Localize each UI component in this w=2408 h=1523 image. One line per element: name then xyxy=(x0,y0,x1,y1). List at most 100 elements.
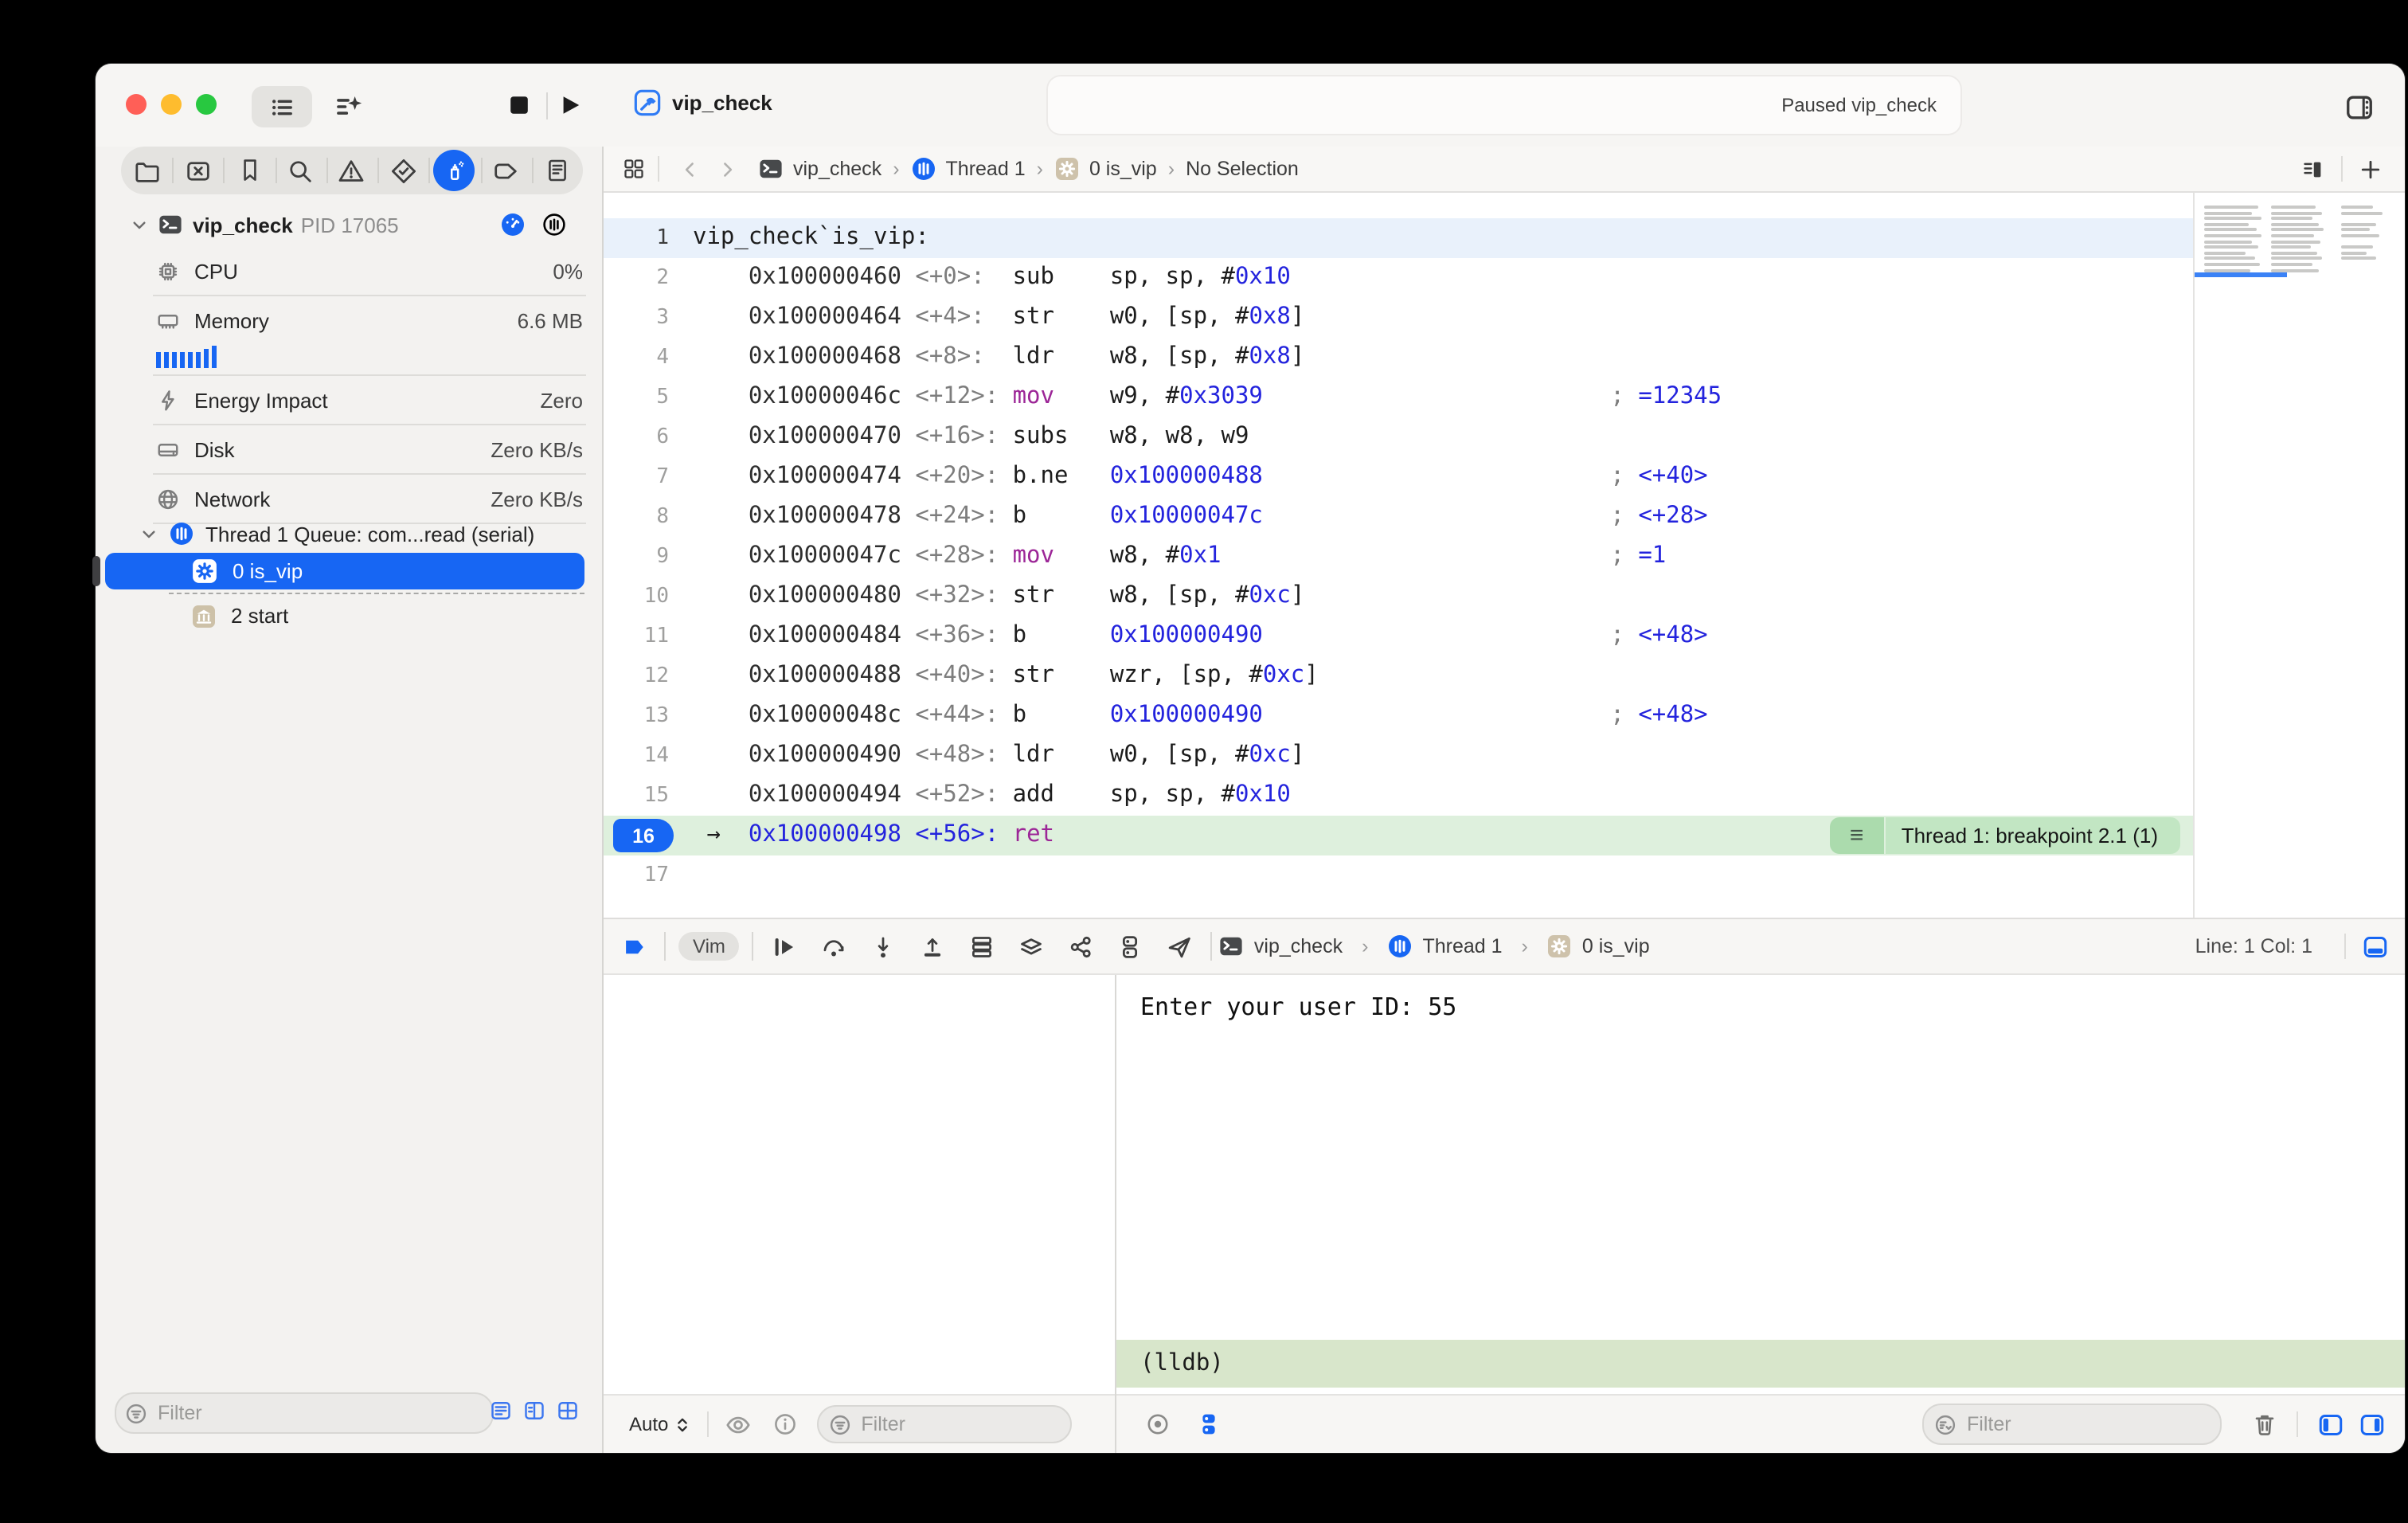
hide-debug-area-icon[interactable] xyxy=(2362,933,2389,960)
console-filter-field[interactable] xyxy=(1922,1404,2222,1445)
document-tab[interactable]: vip_check xyxy=(634,89,772,116)
inspector-panel-icon xyxy=(2344,92,2374,122)
navigator-filter-input[interactable] xyxy=(154,1400,492,1426)
breakpoint-menu-icon[interactable]: ≡ xyxy=(1830,817,1884,854)
navigator-tab-tag-icon[interactable] xyxy=(480,147,531,194)
navigator-tab-search-icon[interactable] xyxy=(275,147,326,194)
minimize-window-button[interactable] xyxy=(161,94,182,115)
chevron-down-icon[interactable] xyxy=(140,525,158,542)
breadcrumb-item[interactable]: vip_check xyxy=(1219,934,1343,959)
editor-options-icon[interactable] xyxy=(2301,157,2325,181)
stack-frame-2-start[interactable]: 2 start xyxy=(105,597,584,634)
disassembly-editor[interactable]: 1vip_check`is_vip:2 0x100000460 <+0>: su… xyxy=(604,193,2193,921)
show-gauges-filter-icon[interactable] xyxy=(489,1399,513,1423)
line-number-gutter[interactable]: 8 xyxy=(604,505,693,529)
navigator-tab-crash-box-icon[interactable] xyxy=(172,147,223,194)
stop-button[interactable] xyxy=(503,86,535,124)
line-number-gutter[interactable]: 13 xyxy=(604,704,693,728)
simulate-location-icon[interactable] xyxy=(1167,933,1194,960)
line-number-gutter[interactable]: 9 xyxy=(604,545,693,569)
line-number-gutter[interactable]: 16 xyxy=(604,819,693,852)
gauge-row-cpu[interactable]: CPU 0% xyxy=(153,247,586,296)
navigator-tab-folder-icon[interactable] xyxy=(121,147,172,194)
clear-console-icon[interactable] xyxy=(2252,1411,2277,1437)
navigator-tab-report-icon[interactable] xyxy=(532,147,583,194)
breadcrumb-item[interactable]: 0 is_vip xyxy=(1547,934,1650,959)
thread-row[interactable]: Thread 1 Queue: com...read (serial) xyxy=(96,516,602,551)
quicklook-icon[interactable] xyxy=(724,1411,751,1438)
navigator-filter-field[interactable] xyxy=(115,1392,494,1434)
gauge-row-memory[interactable]: Memory 6.6 MB xyxy=(153,296,586,376)
continue-icon[interactable] xyxy=(772,933,799,960)
run-button[interactable] xyxy=(554,86,586,124)
breadcrumb-item[interactable]: Thread 1 xyxy=(1387,934,1502,959)
toggle-inspector-button[interactable] xyxy=(2335,86,2383,127)
gauge-value: Zero KB/s xyxy=(491,487,583,511)
gauge-row-energy-impact[interactable]: Energy Impact Zero xyxy=(153,376,586,425)
thread-view-icon[interactable] xyxy=(541,212,567,237)
stack-frames-icon[interactable] xyxy=(969,933,996,960)
breakpoint-annotation[interactable]: ≡ Thread 1: breakpoint 2.1 (1) xyxy=(1830,817,2180,854)
line-number-gutter[interactable]: 7 xyxy=(604,465,693,489)
line-number-gutter[interactable]: 11 xyxy=(604,624,693,648)
debug-pane-divider[interactable] xyxy=(1115,975,1116,1453)
environment-overrides-icon[interactable] xyxy=(1117,933,1144,960)
line-number-gutter[interactable]: 6 xyxy=(604,425,693,449)
show-variables-panel-icon[interactable] xyxy=(2317,1411,2344,1438)
intelligence-button[interactable] xyxy=(325,86,373,127)
line-number-gutter[interactable]: 17 xyxy=(604,863,693,887)
show-console-panel-icon[interactable] xyxy=(2359,1411,2386,1438)
code-line-7: 7 0x100000474 <+20>: b.ne 0x100000488 ; … xyxy=(604,457,2193,497)
variables-view[interactable] xyxy=(604,975,1115,1396)
lldb-prompt-bar[interactable]: (lldb) xyxy=(1116,1340,2405,1388)
process-row[interactable]: vip_check PID 17065 xyxy=(96,207,602,242)
line-number-gutter[interactable]: 1 xyxy=(604,226,693,250)
breadcrumb-item[interactable]: Thread 1 xyxy=(911,156,1026,182)
step-into-icon[interactable] xyxy=(870,933,897,960)
breadcrumb-item[interactable]: vip_check xyxy=(758,156,882,182)
console-filter-input[interactable] xyxy=(1964,1411,2220,1437)
console-target-icon[interactable] xyxy=(1145,1411,1171,1437)
line-number-gutter[interactable]: 14 xyxy=(604,744,693,768)
go-forward-icon[interactable] xyxy=(717,159,737,179)
line-number-gutter[interactable]: 15 xyxy=(604,784,693,808)
vim-mode-badge[interactable]: Vim xyxy=(678,932,740,961)
minimap[interactable] xyxy=(2193,193,2405,921)
line-number-gutter[interactable]: 10 xyxy=(604,585,693,609)
related-items-icon[interactable] xyxy=(623,158,645,180)
variables-filter-input[interactable] xyxy=(858,1411,1069,1437)
go-back-icon[interactable] xyxy=(680,159,701,179)
step-over-icon[interactable] xyxy=(821,933,848,960)
show-crashed-filter-icon[interactable] xyxy=(522,1399,546,1423)
console-mode-icon[interactable] xyxy=(1196,1411,1222,1437)
show-frames-filter-icon[interactable] xyxy=(556,1399,580,1423)
add-editor-icon[interactable] xyxy=(2359,157,2383,181)
code-line-14: 14 0x100000490 <+48>: ldr w0, [sp, #0xc] xyxy=(604,736,2193,776)
view-hierarchy-icon[interactable] xyxy=(1018,933,1046,960)
line-number-gutter[interactable]: 2 xyxy=(604,266,693,290)
navigator-tab-warning-icon[interactable] xyxy=(326,147,377,194)
step-out-icon[interactable] xyxy=(920,933,947,960)
breakpoints-toggle-icon[interactable] xyxy=(623,934,647,958)
breadcrumb-item[interactable]: No Selection xyxy=(1186,158,1299,180)
chevron-down-icon[interactable] xyxy=(131,216,148,233)
variables-scope-dropdown[interactable]: Auto xyxy=(629,1413,690,1435)
variables-filter-field[interactable] xyxy=(816,1405,1071,1443)
line-number-gutter[interactable]: 3 xyxy=(604,306,693,330)
gauge-row-disk[interactable]: Disk Zero KB/s xyxy=(153,425,586,475)
line-number-gutter[interactable]: 5 xyxy=(604,386,693,409)
toggle-navigator-button[interactable] xyxy=(252,86,312,127)
memory-graph-icon[interactable] xyxy=(1068,933,1095,960)
navigator-tab-debug-spray-icon[interactable] xyxy=(429,147,480,194)
zoom-window-button[interactable] xyxy=(196,94,217,115)
line-number-gutter[interactable]: 12 xyxy=(604,664,693,688)
console-view[interactable]: Enter your user ID: 55 (lldb) xyxy=(1116,975,2405,1396)
info-icon[interactable] xyxy=(772,1411,797,1437)
stack-frame-0-is_vip[interactable]: 0 is_vip xyxy=(105,553,584,589)
breadcrumb-item[interactable]: 0 is_vip xyxy=(1054,156,1157,182)
navigator-tab-bookmark-icon[interactable] xyxy=(224,147,275,194)
line-number-gutter[interactable]: 4 xyxy=(604,346,693,370)
navigator-tab-test-diamond-icon[interactable] xyxy=(377,147,428,194)
gauge-view-icon[interactable] xyxy=(500,212,526,237)
close-window-button[interactable] xyxy=(126,94,147,115)
